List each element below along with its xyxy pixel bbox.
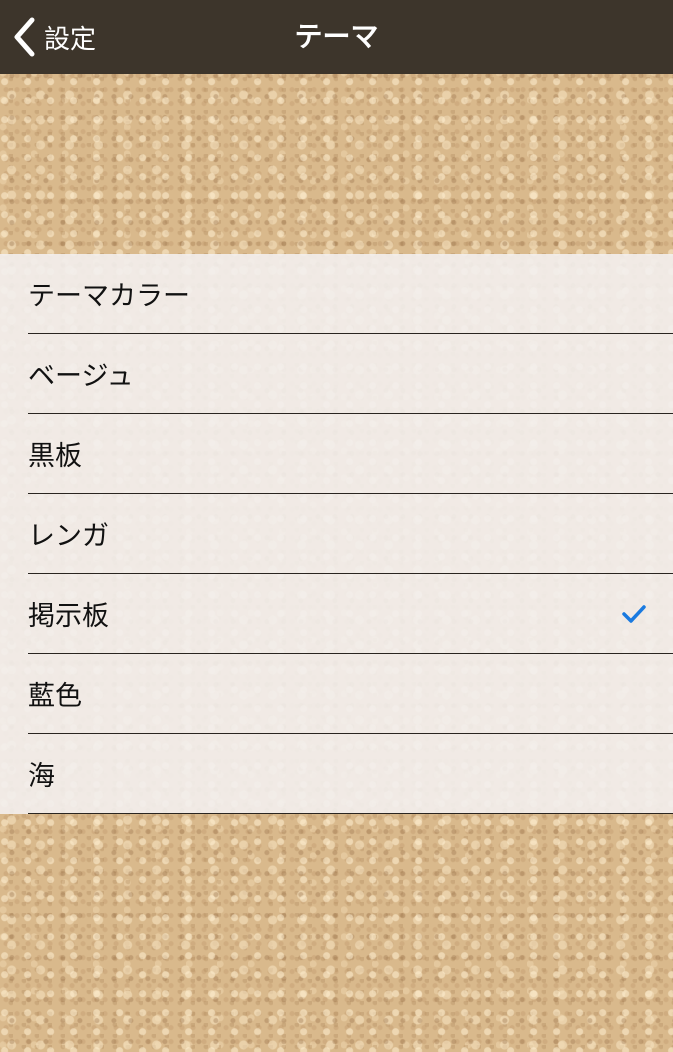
- back-label: 設定: [44, 24, 97, 55]
- page-title: テーマ: [294, 20, 379, 53]
- navigation-bar: 設定 テーマ: [0, 0, 673, 74]
- theme-option-label: レンガ: [28, 521, 109, 552]
- theme-option-label: 掲示板: [28, 601, 109, 632]
- theme-option-label: 黒板: [28, 441, 82, 472]
- theme-option-indigo[interactable]: 藍色: [28, 654, 673, 734]
- chevron-left-icon: [12, 17, 36, 57]
- theme-list: テーマカラー ベージュ 黒板 レンガ 掲示板 藍色 海: [0, 254, 673, 814]
- theme-option-label: 藍色: [28, 681, 82, 712]
- theme-list-header: テーマカラー: [28, 254, 673, 334]
- checkmark-icon: [621, 603, 647, 625]
- section-header-label: テーマカラー: [28, 281, 190, 312]
- theme-option-bulletin-board[interactable]: 掲示板: [28, 574, 673, 654]
- theme-option-blackboard[interactable]: 黒板: [28, 414, 673, 494]
- theme-option-label: 海: [28, 761, 55, 792]
- theme-option-label: ベージュ: [28, 361, 134, 392]
- theme-option-sea[interactable]: 海: [28, 734, 673, 814]
- theme-option-beige[interactable]: ベージュ: [28, 334, 673, 414]
- back-button[interactable]: 設定: [12, 0, 96, 74]
- theme-option-brick[interactable]: レンガ: [28, 494, 673, 574]
